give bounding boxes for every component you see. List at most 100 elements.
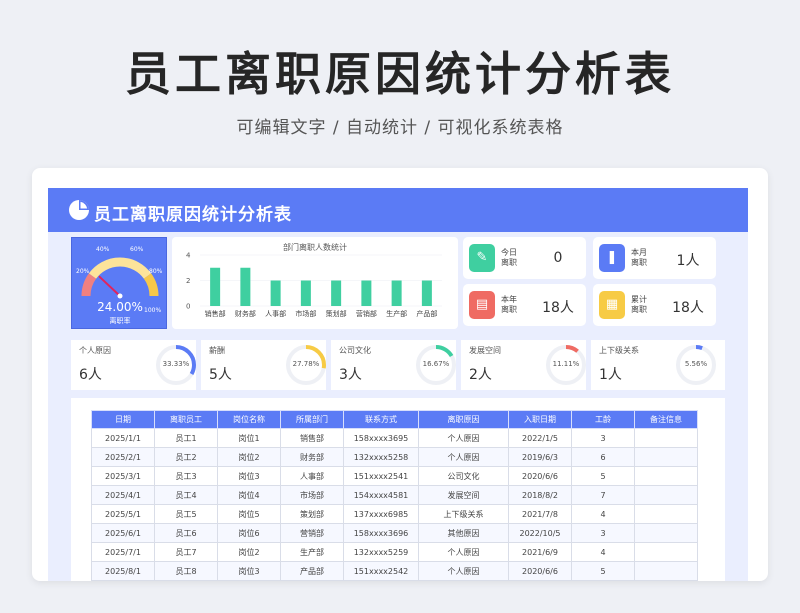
table-cell[interactable]: 2025/3/1 [91,466,155,486]
table-cell[interactable]: 员工6 [154,523,218,543]
table-cell[interactable]: 个人原因 [418,561,509,581]
table-cell[interactable]: 岗位5 [217,504,281,524]
table-cell[interactable]: 销售部 [280,428,344,448]
column-header[interactable]: 入职日期 [508,410,572,429]
table-cell[interactable]: 发展空间 [418,485,509,505]
table-cell[interactable] [634,428,698,448]
table-cell[interactable]: 154xxxx4581 [343,485,419,505]
table-cell[interactable]: 2019/6/3 [508,447,572,467]
table-cell[interactable]: 公司文化 [418,466,509,486]
table-cell[interactable]: 2020/6/6 [508,466,572,486]
table-cell[interactable]: 岗位1 [217,428,281,448]
table-row[interactable]: 2025/8/1 员工8 岗位3 产品部 151xxxx2542 个人原因 2020/6/6… [91,561,698,581]
table-cell[interactable]: 个人原因 [418,447,509,467]
table-cell[interactable]: 2022/1/5 [508,428,572,448]
table-cell[interactable]: 员工4 [154,485,218,505]
table-cell[interactable]: 员工8 [154,561,218,581]
table-cell[interactable]: 151xxxx2542 [343,561,419,581]
table-cell[interactable]: 132xxxx5258 [343,447,419,467]
bar[interactable] [421,280,432,307]
column-header[interactable]: 离职原因 [418,410,509,429]
table-row[interactable]: 2025/3/1 员工3 岗位3 人事部 151xxxx2541 公司文化 2020/6/6… [91,466,698,486]
table-cell[interactable]: 4 [571,504,635,524]
table-cell[interactable]: 岗位2 [217,447,281,467]
table-row[interactable]: 2025/7/1 员工7 岗位2 生产部 132xxxx5259 个人原因 2021/6/9… [91,542,698,562]
bar[interactable] [391,280,402,307]
table-cell[interactable]: 岗位3 [217,561,281,581]
bar[interactable] [300,280,311,307]
table-cell[interactable]: 策划部 [280,504,344,524]
table-cell[interactable]: 财务部 [280,447,344,467]
column-header[interactable]: 离职员工 [154,410,218,429]
table-cell[interactable]: 2025/1/1 [91,428,155,448]
table-row[interactable]: 2025/6/1 员工6 岗位6 营销部 158xxxx3696 其他原因 2022/10/… [91,523,698,543]
table-cell[interactable]: 2025/8/1 [91,561,155,581]
table-cell[interactable]: 151xxxx2541 [343,466,419,486]
bar[interactable] [331,280,342,307]
table-cell[interactable]: 3 [571,523,635,543]
table-cell[interactable]: 员工2 [154,447,218,467]
table-row[interactable]: 2025/2/1 员工2 岗位2 财务部 132xxxx5258 个人原因 2019/6/3… [91,447,698,467]
table-row[interactable]: 2025/5/1 员工5 岗位5 策划部 137xxxx6985 上下级关系 2021/7/… [91,504,698,524]
table-cell[interactable] [634,447,698,467]
table-row[interactable]: 2025/1/1 员工1 岗位1 销售部 158xxxx3695 个人原因 2022/1/5… [91,428,698,448]
table-cell[interactable] [634,485,698,505]
table-cell[interactable]: 营销部 [280,523,344,543]
reason-count: 5人 [209,367,232,383]
table-cell[interactable]: 2020/6/6 [508,561,572,581]
table-cell[interactable]: 生产部 [280,542,344,562]
table-cell[interactable]: 2021/7/8 [508,504,572,524]
table-cell[interactable] [634,466,698,486]
table-cell[interactable]: 2025/5/1 [91,504,155,524]
table-cell[interactable]: 2025/7/1 [91,542,155,562]
table-cell[interactable]: 其他原因 [418,523,509,543]
bar[interactable] [361,280,372,307]
table-cell[interactable]: 岗位2 [217,542,281,562]
table-cell[interactable] [634,523,698,543]
table-cell[interactable] [634,504,698,524]
table-cell[interactable]: 2025/6/1 [91,523,155,543]
table-cell[interactable]: 员工1 [154,428,218,448]
table-cell[interactable]: 人事部 [280,466,344,486]
table-cell[interactable]: 岗位4 [217,485,281,505]
column-header[interactable]: 岗位名称 [217,410,281,429]
bar[interactable] [240,267,251,306]
table-cell[interactable]: 158xxxx3696 [343,523,419,543]
table-cell[interactable]: 2025/4/1 [91,485,155,505]
table-cell[interactable]: 岗位6 [217,523,281,543]
table-cell[interactable]: 132xxxx5259 [343,542,419,562]
table-cell[interactable]: 3 [571,428,635,448]
table-row[interactable]: 2025/4/1 员工4 岗位4 市场部 154xxxx4581 发展空间 2018/8/2… [91,485,698,505]
bar[interactable] [210,267,221,306]
table-cell[interactable]: 市场部 [280,485,344,505]
gauge-tick-label: 60% [130,246,144,253]
table-cell[interactable]: 员工5 [154,504,218,524]
table-cell[interactable] [634,542,698,562]
table-cell[interactable]: 6 [571,447,635,467]
table-cell[interactable]: 2018/8/2 [508,485,572,505]
column-header[interactable]: 日期 [91,410,155,429]
table-cell[interactable]: 2022/10/5 [508,523,572,543]
table-cell[interactable]: 岗位3 [217,466,281,486]
column-header[interactable]: 备注信息 [634,410,698,429]
table-cell[interactable]: 个人原因 [418,428,509,448]
table-cell[interactable]: 2021/6/9 [508,542,572,562]
table-cell[interactable] [634,561,698,581]
table-cell[interactable]: 员工3 [154,466,218,486]
table-cell[interactable]: 4 [571,542,635,562]
column-header[interactable]: 所属部门 [280,410,344,429]
table-cell[interactable]: 产品部 [280,561,344,581]
table-cell[interactable]: 5 [571,561,635,581]
table-cell[interactable]: 上下级关系 [418,504,509,524]
table-cell[interactable]: 137xxxx6985 [343,504,419,524]
table-cell[interactable]: 158xxxx3695 [343,428,419,448]
column-header[interactable]: 联系方式 [343,410,419,429]
bar[interactable] [270,280,281,307]
table-cell[interactable]: 2025/2/1 [91,447,155,467]
table-cell[interactable]: 7 [571,485,635,505]
column-header[interactable]: 工龄 [571,410,635,429]
reason-name: 个人原因 [79,346,111,355]
table-cell[interactable]: 员工7 [154,542,218,562]
table-cell[interactable]: 个人原因 [418,542,509,562]
table-cell[interactable]: 5 [571,466,635,486]
